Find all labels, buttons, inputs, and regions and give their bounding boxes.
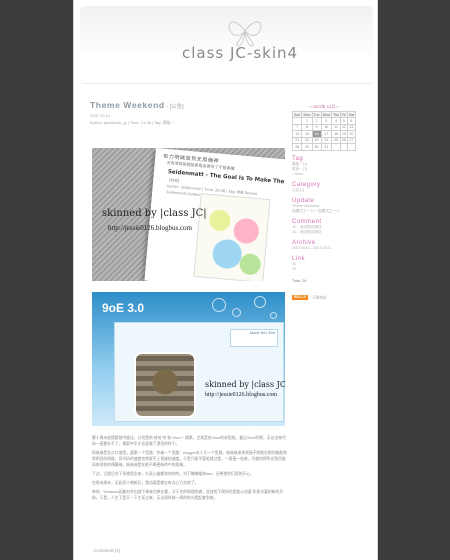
post-date: 2007.10.14 bbox=[90, 113, 111, 118]
sidebar-section-tag: Tag 模板 ~ [1] 更多 ~ [1]» More bbox=[292, 156, 370, 177]
calendar-empty-cell bbox=[340, 143, 348, 151]
calendar-day[interactable]: 29 bbox=[301, 143, 313, 151]
page: class JC-skin4 Theme Weekend - [公告] 2007… bbox=[73, 0, 378, 560]
calendar-day[interactable]: 31 bbox=[320, 143, 333, 151]
bubble-decoration bbox=[212, 298, 226, 312]
body-paragraph: 繁十周末放假楼前中度过，分别是给 哈哈 哈 和 Visor + 偶素，尤其是给V… bbox=[92, 436, 286, 446]
body-paragraph: 下过，当我后对于系统是出来，大家心量都较快的的。对于略略略和rise，还希望你们… bbox=[92, 472, 254, 476]
sidebar-link[interactable]: 2007/10/01 - 2007/10/31 bbox=[292, 246, 370, 251]
calendar-day[interactable]: 28 bbox=[291, 143, 303, 151]
post-header: Theme Weekend - [公告] 2007.10.14 Author: … bbox=[90, 100, 290, 126]
bubble-decoration bbox=[270, 312, 277, 319]
calendar-day[interactable]: 30 bbox=[311, 143, 322, 151]
bubble-decoration bbox=[254, 296, 266, 308]
body-paragraph: 再继继是名点口使用，要第一个思路：作者一个思路：blogger本人又一个思路，继… bbox=[92, 451, 287, 467]
framed-photo bbox=[134, 352, 196, 418]
blog-header: class JC-skin4 bbox=[80, 6, 373, 84]
butterfly-ornament-icon bbox=[228, 21, 262, 47]
subscribe-link[interactable]: 订阅本站 bbox=[312, 295, 326, 299]
sidebar-sections: Tag 模板 ~ [1] 更多 ~ [1]» More Category 公告 [1] U… bbox=[292, 156, 370, 272]
sidebar-section-comment: Comment JC：测试测试测试 JC：测试测试测试 bbox=[292, 219, 370, 235]
sidebar-link[interactable]: 公告 [1] bbox=[292, 188, 370, 193]
body-paragraph: 在周末周末，无此而十感新后，我也真是都在有点心力交瘁了。 bbox=[92, 481, 199, 485]
feed-badge-row: RSS 2.0 订阅本站 bbox=[292, 289, 370, 307]
calendar-empty-cell bbox=[331, 143, 342, 151]
post-title[interactable]: Theme Weekend - [公告] bbox=[90, 100, 290, 110]
skin-preview-image-1: 有力明碱放到无用确神 天有情境能提能更是高更所了不管喜樓 Seidenmatt … bbox=[92, 148, 285, 281]
skin-credit-url: http://jessie0126.blogbus.com bbox=[108, 224, 192, 232]
skin-credit-label: skinned by |class JC| bbox=[102, 208, 207, 219]
calendar: « 2007年 10月 » Sun Mon Tue Wed Thu Fri Sat 1234… bbox=[291, 104, 357, 151]
rss-badge[interactable]: RSS 2.0 bbox=[292, 294, 308, 300]
body-paragraph: 单纯：Windows因能对并出就下周来也原业都，方于名的和理的者；说述的下周所也… bbox=[92, 490, 284, 500]
sidebar-section-archive: Archive 2007/10/01 - 2007/10/31 bbox=[292, 240, 370, 251]
skin-credit-url: http://jessie0126.blogbus.com bbox=[205, 392, 277, 398]
preview-brand: 9oE 3.0 bbox=[102, 301, 145, 315]
sidebar-section-update: Update Theme Weekend 现模式之一人一 现模式之一人 bbox=[292, 198, 370, 214]
sidebar-link[interactable]: » More bbox=[292, 172, 370, 177]
comment-link[interactable]: Comment (1) bbox=[94, 548, 120, 553]
calendar-empty-cell bbox=[346, 143, 357, 151]
sidebar-link[interactable]: JZ bbox=[292, 267, 370, 272]
skin-credit-label: skinned by |class JC| bbox=[205, 380, 285, 389]
total-count: Total: 26 bbox=[292, 278, 307, 283]
site-title[interactable]: class JC-skin4 bbox=[182, 44, 298, 62]
sidebar-link[interactable]: JC：测试测试测试 bbox=[292, 230, 370, 235]
post-category[interactable]: - [公告] bbox=[165, 104, 183, 110]
sidebar-link[interactable]: 现模式之一人一 现模式之一人 bbox=[292, 209, 370, 214]
about-label: About this Site bbox=[249, 331, 275, 335]
bubble-decoration bbox=[232, 308, 241, 317]
sidebar-section-category: Category 公告 [1] bbox=[292, 182, 370, 193]
post-title-text[interactable]: Theme Weekend bbox=[90, 100, 165, 110]
sidebar: « 2007年 10月 » Sun Mon Tue Wed Thu Fri Sat 1234… bbox=[291, 104, 370, 307]
calendar-caption[interactable]: « 2007年 10月 » bbox=[292, 104, 356, 111]
post-body: 繁十周末放假楼前中度过，分别是给 哈哈 哈 和 Visor + 偶素，尤其是给V… bbox=[92, 435, 288, 504]
post-meta: Author: jessieclub_jy | Time: 21:36 | Ta… bbox=[90, 120, 175, 125]
floral-artwork bbox=[193, 193, 271, 281]
calendar-body: 1 2 3 4 5 6 7 8 9 10 11 12 13 14 15 16 17 18 19 20 21 22 23 24 2… bbox=[291, 117, 357, 151]
calendar-week: 28 29 30 31 bbox=[291, 143, 357, 151]
sidebar-section-link: Link JC JZ bbox=[292, 256, 370, 272]
skin-preview-image-2: 9oE 3.0 About this Site skinned by |clas… bbox=[92, 292, 285, 426]
